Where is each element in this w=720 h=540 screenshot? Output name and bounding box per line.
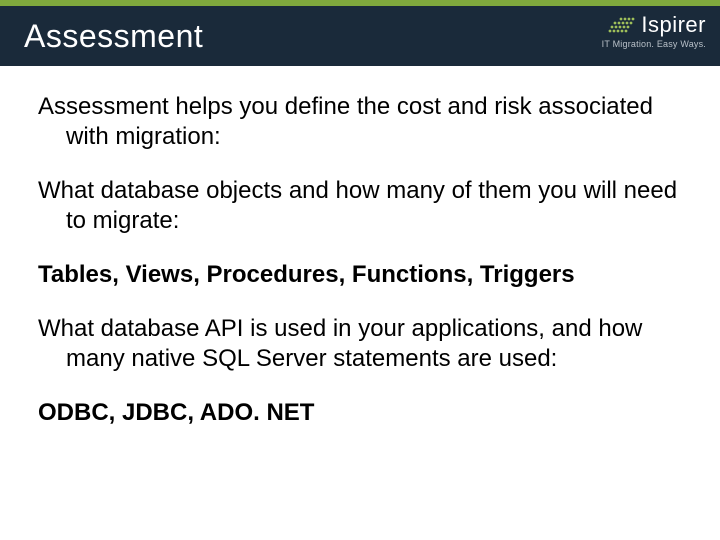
brand-logo: Ispirer IT Migration. Easy Ways.: [602, 12, 706, 49]
slide-title: Assessment: [0, 18, 203, 55]
body-paragraph: What database API is used in your applic…: [38, 314, 682, 374]
body-paragraph: Assessment helps you define the cost and…: [38, 92, 682, 152]
slide-body: Assessment helps you define the cost and…: [0, 66, 720, 428]
logo-tagline: IT Migration. Easy Ways.: [602, 39, 706, 49]
body-paragraph-bold: Tables, Views, Procedures, Functions, Tr…: [38, 260, 682, 290]
header-bar: Assessment Ispirer IT Migration. Easy Wa…: [0, 6, 720, 66]
logo-text: Ispirer: [641, 12, 706, 38]
logo-dots-icon: [607, 15, 635, 35]
body-paragraph-bold: ODBC, JDBC, ADO. NET: [38, 398, 682, 428]
body-paragraph: What database objects and how many of th…: [38, 176, 682, 236]
